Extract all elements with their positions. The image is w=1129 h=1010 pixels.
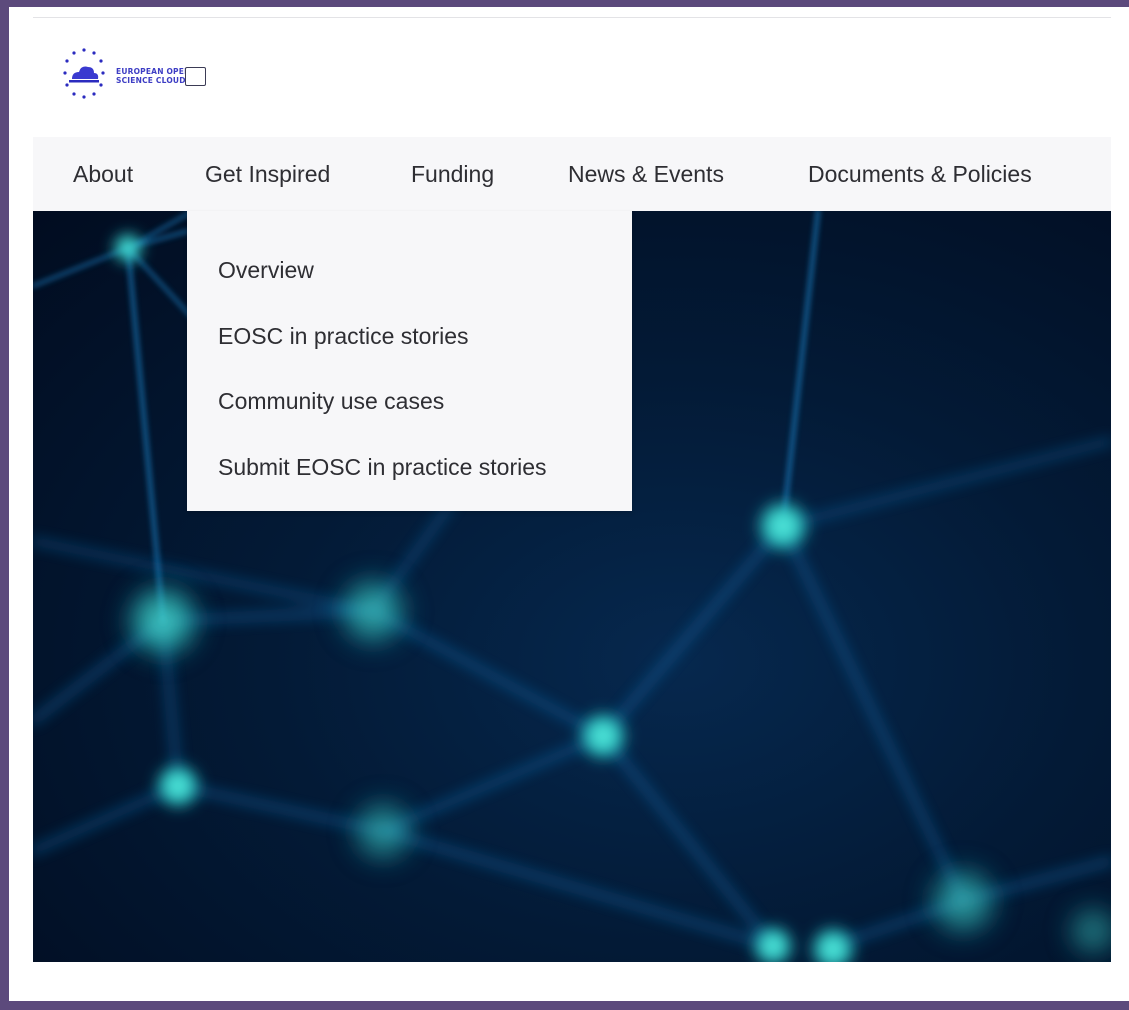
dropdown-item-eosc-in-practice-stories[interactable]: EOSC in practice stories bbox=[218, 323, 469, 350]
logo-wordmark: EUROPEAN OPEN SCIENCE CLOUD bbox=[116, 67, 191, 85]
eosc-cloud-logo-icon bbox=[63, 48, 105, 99]
dropdown-item-submit-eosc-stories[interactable]: Submit EOSC in practice stories bbox=[218, 454, 547, 481]
nav-documents-policies[interactable]: Documents & Policies bbox=[808, 161, 1032, 188]
nav-get-inspired[interactable]: Get Inspired bbox=[205, 161, 330, 188]
dropdown-item-overview[interactable]: Overview bbox=[218, 257, 314, 284]
eosc-logo[interactable]: EUROPEAN OPEN SCIENCE CLOUD bbox=[58, 46, 228, 106]
logo-line-1: EUROPEAN OPEN bbox=[116, 67, 191, 76]
main-navbar: About Get Inspired Funding News & Events… bbox=[33, 137, 1111, 211]
get-inspired-dropdown-menu: Overview EOSC in practice stories Commun… bbox=[187, 211, 632, 511]
dropdown-item-community-use-cases[interactable]: Community use cases bbox=[218, 388, 444, 415]
nav-about[interactable]: About bbox=[73, 161, 133, 188]
nav-news-events[interactable]: News & Events bbox=[568, 161, 724, 188]
logo-frame-box bbox=[184, 66, 206, 86]
nav-funding[interactable]: Funding bbox=[411, 161, 494, 188]
top-divider bbox=[33, 17, 1111, 18]
logo-line-2: SCIENCE CLOUD bbox=[116, 76, 186, 85]
